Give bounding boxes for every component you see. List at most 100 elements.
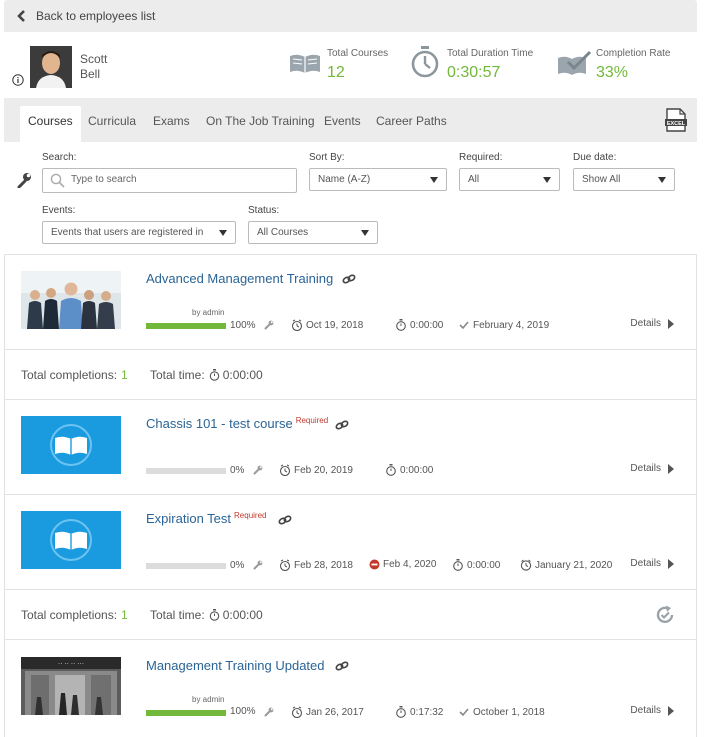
total-completions-value: 1	[121, 608, 128, 622]
total-completions: Total completions: 1	[21, 608, 128, 622]
course-completed-date: October 1, 2018	[458, 706, 545, 718]
stopwatch-icon	[411, 46, 439, 78]
filters-panel: Search: Sort By: Name (A-Z) Required: Al…	[4, 142, 697, 254]
wrench-icon[interactable]	[253, 465, 263, 475]
status-value: All Courses	[257, 227, 309, 238]
stopwatch-icon	[209, 609, 219, 621]
course-author: by admin	[192, 308, 225, 317]
link-icon[interactable]	[278, 515, 292, 525]
status-select[interactable]: All Courses	[248, 221, 378, 244]
events-value: Events that users are registered in	[51, 227, 204, 238]
course-thumbnail[interactable]	[21, 511, 121, 569]
start-date-text: Jan 26, 2017	[306, 706, 364, 718]
course-start-date: Oct 19, 2018	[291, 319, 363, 331]
course-title[interactable]: Chassis 101 - test course Required	[146, 416, 328, 431]
tab-events[interactable]: Events	[316, 106, 369, 142]
details-link[interactable]: Details	[630, 463, 674, 474]
wrench-icon[interactable]	[264, 707, 274, 717]
stat-completion-rate-label: Completion Rate	[596, 48, 671, 59]
chevron-down-icon	[543, 177, 551, 183]
course-title-text: Expiration Test	[146, 511, 232, 526]
course-thumbnail[interactable]: ·· ·· ·· ···	[21, 657, 121, 715]
checkmark-icon	[459, 321, 469, 330]
course-thumbnail[interactable]	[21, 271, 121, 329]
chevron-down-icon	[658, 177, 666, 183]
start-date-text: Oct 19, 2018	[306, 319, 364, 331]
course-completed-date: February 4, 2019	[458, 319, 549, 331]
sort-select[interactable]: Name (A-Z)	[309, 168, 447, 191]
details-link[interactable]: Details	[630, 318, 674, 329]
link-icon[interactable]	[335, 661, 349, 671]
required-badge: Required	[295, 416, 329, 425]
link-icon[interactable]	[342, 274, 356, 284]
required-badge: Required	[234, 511, 267, 520]
progress-fill	[146, 323, 226, 329]
tab-courses[interactable]: Courses	[20, 106, 81, 142]
calendar-clock-icon	[279, 559, 291, 571]
user-header: Scott Bell Total Courses 12 Total Durati…	[4, 32, 697, 98]
total-time: Total time: 0:00:00	[150, 608, 263, 622]
link-icon[interactable]	[335, 420, 349, 430]
wrench-icon[interactable]	[16, 172, 32, 188]
time-text: 0:00:00	[400, 464, 434, 476]
total-time-label: Total time:	[150, 608, 205, 622]
tab-exams[interactable]: Exams	[145, 106, 198, 142]
due-clock-icon	[520, 559, 532, 571]
time-text: 0:17:32	[410, 706, 444, 718]
chevron-left-icon	[17, 10, 25, 22]
course-title[interactable]: Management Training Updated	[146, 658, 325, 673]
search-input[interactable]	[71, 174, 291, 185]
search-box	[42, 168, 297, 193]
course-title-text: Chassis 101 - test course	[146, 416, 293, 431]
progress-percent: 0%	[230, 465, 245, 476]
total-completions-label: Total completions:	[21, 368, 118, 382]
book-check-icon	[558, 50, 592, 75]
start-date-text: Feb 28, 2018	[294, 559, 353, 571]
course-start-date: Jan 26, 2017	[291, 706, 364, 718]
course-title[interactable]: Advanced Management Training	[146, 271, 333, 286]
course-time: 0:00:00	[452, 559, 500, 571]
completed-date-text: February 4, 2019	[473, 319, 550, 331]
wrench-icon[interactable]	[264, 320, 274, 330]
course-row: Advanced Management Training by admin 10…	[5, 254, 696, 349]
back-to-employees-link[interactable]: Back to employees list	[16, 9, 155, 23]
totals-row: Total completions: 1 Total time: 0:00:00	[5, 349, 696, 399]
course-due-date: January 21, 2020	[520, 559, 612, 571]
total-completions: Total completions: 1	[21, 368, 128, 382]
events-label: Events:	[42, 205, 76, 216]
due-date-select[interactable]: Show All	[573, 168, 675, 191]
stopwatch-icon	[453, 559, 463, 571]
avatar	[30, 46, 72, 88]
tab-career-paths[interactable]: Career Paths	[368, 106, 455, 142]
details-text: Details	[630, 558, 661, 569]
tab-on-the-job-training[interactable]: On The Job Training	[198, 106, 323, 142]
required-value: All	[468, 174, 480, 185]
chevron-down-icon	[219, 230, 227, 236]
progress-percent: 100%	[230, 320, 256, 331]
course-title[interactable]: Expiration Test Required	[146, 511, 267, 526]
course-title-text: Advanced Management Training	[146, 271, 334, 286]
events-select[interactable]: Events that users are registered in	[42, 221, 236, 244]
tab-curricula[interactable]: Curricula	[80, 106, 144, 142]
wrench-icon[interactable]	[253, 560, 263, 570]
progress-percent: 100%	[230, 706, 256, 717]
details-text: Details	[630, 318, 661, 329]
details-link[interactable]: Details	[630, 705, 674, 716]
stat-total-duration-label: Total Duration Time	[447, 48, 534, 59]
course-title-text: Management Training Updated	[146, 658, 325, 673]
details-link[interactable]: Details	[630, 558, 674, 569]
course-thumbnail[interactable]	[21, 416, 121, 474]
details-text: Details	[630, 705, 661, 716]
info-icon[interactable]	[12, 74, 24, 86]
course-row: ·· ·· ·· ··· Management Training Updated…	[5, 639, 696, 737]
progress-bar	[146, 710, 226, 716]
stat-completion-rate-value: 33%	[596, 64, 629, 81]
course-expiration-date: Feb 4, 2020	[369, 559, 436, 570]
export-excel-icon[interactable]: EXCEL	[665, 108, 687, 132]
required-select[interactable]: All	[459, 168, 560, 191]
course-start-date: Feb 20, 2019	[279, 464, 353, 476]
stat-total-courses-label: Total Courses	[327, 48, 389, 59]
sort-label: Sort By:	[309, 152, 345, 163]
course-start-date: Feb 28, 2018	[279, 559, 353, 571]
refresh-check-icon[interactable]	[654, 604, 676, 626]
